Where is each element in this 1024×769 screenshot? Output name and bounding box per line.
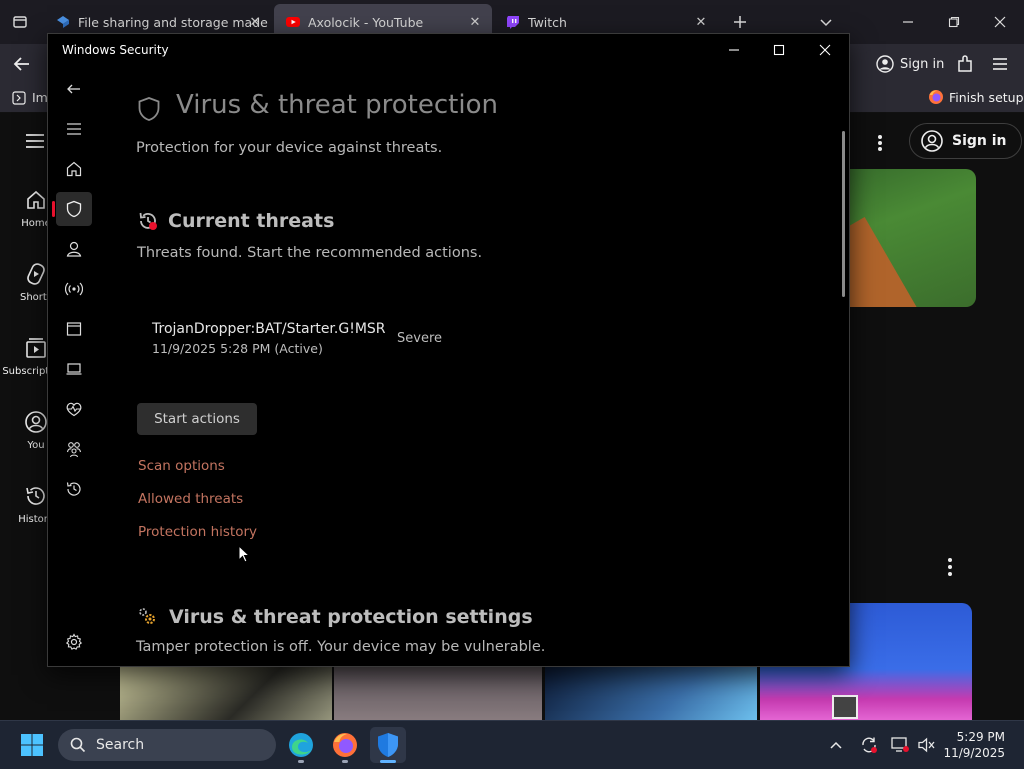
scrollbar[interactable] <box>842 131 845 297</box>
window-title: Windows Security <box>62 43 169 57</box>
maximize-icon[interactable] <box>763 38 795 62</box>
video-thumbnail[interactable] <box>334 665 542 725</box>
show-hidden-icons-chevron-icon[interactable] <box>826 735 846 755</box>
taskbar-edge[interactable] <box>283 727 319 763</box>
dropbox-icon <box>57 16 69 28</box>
page-title: Virus & threat protection <box>176 90 498 120</box>
new-tab-icon[interactable] <box>728 10 752 34</box>
current-threats-icon <box>137 210 159 232</box>
taskbar-clock[interactable]: 5:29 PM 11/9/2025 <box>943 729 1005 761</box>
health-icon[interactable] <box>56 392 92 426</box>
app-menu-icon[interactable] <box>990 54 1010 74</box>
taskbar-windows-security[interactable] <box>370 727 406 763</box>
settings-description: Tamper protection is off. Your device ma… <box>136 639 546 655</box>
threat-name: TrojanDropper:BAT/Starter.G!MSR <box>152 321 386 337</box>
sync-icon[interactable] <box>859 735 879 755</box>
taskbar-firefox[interactable] <box>327 727 363 763</box>
firefox-icon <box>333 733 357 757</box>
close-tab-icon[interactable]: ✕ <box>246 13 264 31</box>
clock-time: 5:29 PM <box>956 730 1005 744</box>
search-placeholder: Search <box>96 737 145 753</box>
tab-list-chevron-icon[interactable] <box>814 10 838 34</box>
search-icon <box>70 737 86 753</box>
current-threats-description: Threats found. Start the recommended act… <box>137 245 483 261</box>
page-shield-icon <box>137 96 161 122</box>
account-icon <box>876 55 894 73</box>
windows-security-window: Windows Security Virus & threat protecti… <box>47 33 850 667</box>
subscriptions-icon <box>26 338 46 358</box>
start-actions-button[interactable]: Start actions <box>137 403 257 435</box>
back-arrow-icon[interactable] <box>12 54 32 74</box>
import-icon <box>12 90 26 105</box>
yt-sign-in-label: Sign in <box>952 133 1007 149</box>
device-security-icon[interactable] <box>56 352 92 386</box>
yt-sign-in-button[interactable]: Sign in <box>909 123 1022 159</box>
home-icon <box>27 190 45 209</box>
running-indicator <box>298 760 304 763</box>
close-tab-icon[interactable]: ✕ <box>692 13 710 31</box>
extensions-icon[interactable] <box>955 54 975 74</box>
home-icon[interactable] <box>56 152 92 186</box>
active-indicator <box>380 760 396 763</box>
close-icon[interactable] <box>809 38 841 62</box>
browser-sign-in-label: Sign in <box>900 56 945 72</box>
yt-more-icon[interactable] <box>868 133 892 153</box>
protection-history-icon[interactable] <box>56 472 92 506</box>
tab-label: Axolocik - YouTube <box>308 14 424 30</box>
app-browser-icon[interactable] <box>56 312 92 346</box>
history-icon <box>26 487 45 505</box>
threat-severity: Severe <box>397 331 442 346</box>
video-thumbnail[interactable] <box>545 665 757 725</box>
allowed-threats-link[interactable]: Allowed threats <box>138 491 243 507</box>
windows-start-icon[interactable] <box>14 727 50 763</box>
settings-gears-icon <box>136 605 158 627</box>
account-circle-icon <box>921 130 943 152</box>
page-subtitle: Protection for your device against threa… <box>136 140 443 156</box>
browser-sign-in-button[interactable]: Sign in <box>866 50 955 78</box>
settings-gear-icon[interactable] <box>56 625 92 659</box>
close-tab-icon[interactable]: ✕ <box>466 13 484 31</box>
settings-heading: Virus & threat protection settings <box>169 606 533 628</box>
yt-nav-label: You <box>27 440 45 451</box>
menu-icon[interactable] <box>56 112 92 146</box>
shield-icon[interactable] <box>56 192 92 226</box>
clock-date: 11/9/2025 <box>943 746 1005 760</box>
threat-item[interactable]: TrojanDropper:BAT/Starter.G!MSR 11/9/202… <box>152 321 386 356</box>
browser-close-icon[interactable] <box>986 8 1014 36</box>
yt-hamburger-icon[interactable] <box>24 131 46 151</box>
threat-detected-time: 11/9/2025 5:28 PM (Active) <box>152 341 323 356</box>
browser-restore-icon[interactable] <box>940 8 968 36</box>
network-status-icon[interactable] <box>890 735 910 755</box>
volume-muted-icon[interactable] <box>917 735 937 755</box>
scan-options-link[interactable]: Scan options <box>138 458 225 474</box>
video-thumbnail[interactable] <box>120 665 332 725</box>
tab-manager-icon[interactable] <box>8 10 32 34</box>
windows-security-icon <box>378 733 398 757</box>
network-icon[interactable] <box>56 272 92 306</box>
back-icon[interactable] <box>56 72 92 106</box>
account-protection-icon[interactable] <box>56 232 92 266</box>
video-more-icon[interactable] <box>942 555 958 579</box>
minimize-icon[interactable] <box>718 38 750 62</box>
finish-setup-item[interactable]: Finish setup <box>928 89 1024 105</box>
family-options-icon[interactable] <box>56 432 92 466</box>
firefox-icon <box>929 90 943 104</box>
shorts-icon <box>27 263 45 285</box>
you-icon <box>25 411 47 433</box>
finish-setup-label: Finish setup <box>949 89 1024 105</box>
browser-minimize-icon[interactable] <box>894 8 922 36</box>
running-indicator <box>342 760 348 763</box>
twitch-icon <box>507 16 519 29</box>
taskbar-search[interactable]: Search <box>58 729 276 761</box>
youtube-icon <box>286 17 300 27</box>
selected-indicator <box>52 201 55 217</box>
tab-label: File sharing and storage made s… <box>78 14 272 30</box>
current-threats-heading: Current threats <box>168 210 335 232</box>
tab-label: Twitch <box>528 14 567 30</box>
taskbar: Search 5:29 PM 11/9/2025 <box>0 720 1024 769</box>
edge-icon <box>289 733 313 757</box>
mouse-cursor-icon <box>238 545 250 563</box>
protection-history-link[interactable]: Protection history <box>138 524 257 540</box>
